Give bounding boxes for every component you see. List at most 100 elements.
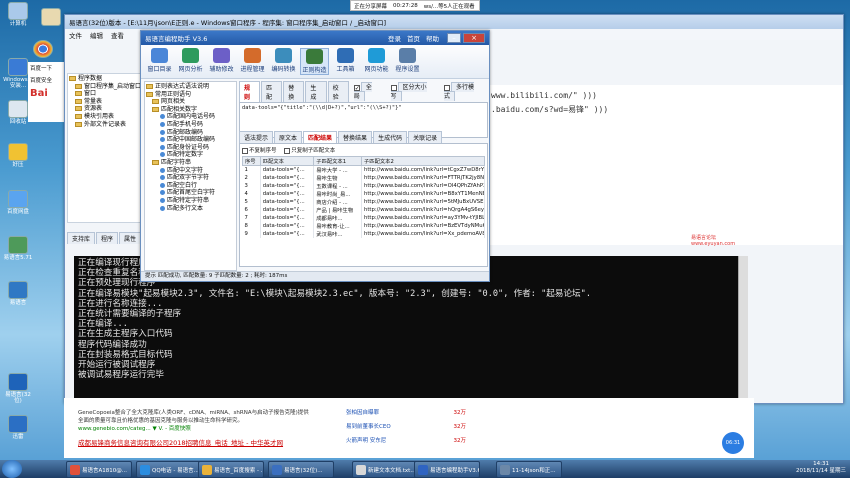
chrome-icon[interactable] (28, 40, 58, 59)
desktop-icon[interactable]: 百度网盘 (3, 190, 33, 215)
col-index[interactable]: 序号 (242, 156, 261, 166)
regex-tree-item[interactable]: 匹配中文字符 (146, 167, 235, 175)
web-analyze-button[interactable]: 网页分析 (176, 48, 205, 75)
result-options: 不复制序号 只复制子匹配文本 (242, 146, 485, 154)
table-row[interactable]: 9 data-tools="{... 武汉易咔... http://www.baidu… (242, 230, 486, 238)
toolbox-button[interactable]: 工具箱 (331, 48, 360, 75)
col-submatch-1[interactable]: 子匹配文本1 (313, 156, 362, 166)
help-link[interactable]: 帮助 (426, 33, 439, 43)
desktop-icon[interactable]: 迅雷 (3, 415, 33, 440)
tree-item[interactable]: 窗口程序集_启动窗口 (69, 83, 141, 91)
tab-rule[interactable]: 规则 (239, 81, 261, 102)
tab-gen-code[interactable]: 生成代码 (373, 131, 408, 143)
hot-item[interactable]: 易到前董事长CEO 32万 (346, 420, 466, 434)
table-cell: 3 (242, 182, 261, 190)
regex-tree-item[interactable]: 匹配特定数字 (146, 151, 235, 159)
assist-modify-button[interactable]: 辅助修改 (207, 48, 236, 75)
tab-generate[interactable]: 生成 (305, 81, 327, 102)
tab-syntax-tip[interactable]: 语法提示 (239, 131, 274, 143)
menu-file[interactable]: 文件 (69, 30, 82, 40)
window-dir-button[interactable]: 窗口目录 (145, 48, 174, 75)
desktop-icon[interactable]: 易语言5.71 (3, 236, 33, 261)
opt-submatch-only[interactable]: 只复制子匹配文本 (284, 147, 335, 154)
taskbar-item[interactable]: QQ电话 - 易语言... (136, 461, 202, 478)
table-row[interactable]: 4 data-tools="{... 易咔时尚_易... http://www.bai… (242, 190, 486, 198)
console-scrollbar[interactable] (738, 256, 748, 398)
tray-clock[interactable]: 14:31 2018/11/14 星期三 (796, 461, 846, 475)
start-button[interactable] (2, 460, 22, 478)
close-button[interactable]: × (463, 33, 485, 43)
tab-property[interactable]: 属性 (119, 232, 142, 244)
taskbar-item[interactable]: 易语言(32位)... (268, 461, 334, 478)
tab-source-text[interactable]: 原文本 (274, 131, 303, 143)
regex-tree-item[interactable]: 匹配字符串 (146, 159, 235, 167)
login-link[interactable]: 登录 (388, 33, 401, 43)
opt-multiline[interactable]: 多行模式 (440, 81, 487, 102)
process-manager-button[interactable]: 进程管理 (238, 48, 267, 75)
opt-global[interactable]: 全局 (350, 81, 386, 102)
table-row[interactable]: 2 data-tools="{... 易咔生物 http://www.baidu.co… (242, 174, 486, 182)
settings-button[interactable]: 程序设置 (393, 48, 422, 75)
taskbar-item[interactable]: 新建文本文档.txt... (352, 461, 418, 478)
col-match-text[interactable]: 匹配文本 (259, 156, 315, 166)
table-row[interactable]: 7 data-tools="{... 成都易咔... http://www.baidu… (242, 214, 486, 222)
tree-item[interactable]: 资源表 (69, 105, 139, 113)
tab-match-result[interactable]: 匹配结果 (303, 131, 338, 143)
regex-tree-item[interactable]: 网页相关 (146, 98, 235, 106)
col-submatch-2[interactable]: 子匹配文本2 (360, 156, 486, 166)
tab-match[interactable]: 匹配 (261, 81, 283, 102)
tree-root[interactable]: 程序数据 (69, 75, 139, 83)
taskbar-item[interactable]: 11-14json和正... (496, 461, 562, 478)
tab-replace-result[interactable]: 替换结果 (338, 131, 373, 143)
clock-badge[interactable]: 06:31 (722, 432, 744, 454)
table-cell: 易咔大学 - ... (313, 165, 362, 174)
opt-no-index[interactable]: 不复制序号 (242, 147, 277, 154)
hot-item[interactable]: 张柏因自曝罪 32万 (346, 406, 466, 420)
desktop-icon[interactable]: 易语言(32位) (3, 373, 33, 404)
hot-item[interactable]: 火箭声明 安东尼 32万 (346, 434, 466, 448)
menu-edit[interactable]: 编辑 (90, 30, 103, 40)
tree-item[interactable]: 外部文件记录表 (69, 121, 139, 129)
window-icon (151, 48, 168, 63)
table-row[interactable]: 6 data-tools="{... 产品 | 易咔生物 http://www.bai… (242, 206, 486, 214)
home-link[interactable]: 首页 (407, 33, 420, 43)
regex-tree-item[interactable]: 正则表达式语法说明 (146, 83, 235, 91)
regex-build-button[interactable]: 正则构造 (300, 48, 329, 75)
regex-tree-item[interactable]: 匹配国内电话号码 (146, 113, 235, 121)
regex-tree-item[interactable]: 匹配特定字符串 (146, 197, 235, 205)
regex-tree-item[interactable]: 匹配首尾空白字符 (146, 189, 235, 197)
table-row[interactable]: 1 data-tools="{... 易咔大学 - ... http://www.ba… (242, 165, 486, 174)
table-row[interactable]: 5 data-tools="{... 商店介绍 - ... http://www.ba… (242, 198, 486, 206)
regex-tree-item[interactable]: 匹配中国邮政编码 (146, 136, 235, 144)
tab-program[interactable]: 程序 (96, 232, 119, 244)
regex-tree-item[interactable]: 匹配手机号码 (146, 121, 235, 129)
desktop-icon[interactable]: 易语言 (3, 281, 33, 306)
taskbar-item[interactable]: 易语言A1810@... (66, 461, 132, 478)
tree-item[interactable]: 窗口 (69, 90, 139, 98)
desktop-icon[interactable]: 好压 (3, 143, 33, 168)
table-row[interactable]: 3 data-tools="{... 五数课程 - ... http://www.ba… (242, 182, 486, 190)
tree-item[interactable]: 常量表 (69, 98, 139, 106)
minimize-button[interactable]: – (447, 33, 461, 43)
menu-view[interactable]: 查看 (111, 30, 124, 40)
tree-item[interactable]: 模块引用表 (69, 113, 139, 121)
tab-verify[interactable]: 校验 (327, 81, 349, 102)
encode-convert-button[interactable]: 编码转换 (269, 48, 298, 75)
desktop-icon[interactable]: 计算机 (3, 2, 33, 27)
regex-tree-item[interactable]: 匹配多行文本 (146, 205, 235, 213)
baidu-link[interactable]: 百度一下 (28, 62, 68, 74)
ide-title: 易语言(32位)版本 - [E:\11月\json\E正则.e - Window… (69, 19, 387, 27)
baidu-safe-link[interactable]: 百度安全 (28, 74, 68, 86)
web-function-button[interactable]: 网页功能 (362, 48, 391, 75)
regex-tree-item[interactable]: 匹配双字节字符 (146, 174, 235, 182)
tab-support-lib[interactable]: 支持库 (67, 232, 96, 244)
tab-replace[interactable]: 替换 (283, 81, 305, 102)
tab-related[interactable]: 关联记录 (408, 131, 443, 143)
regex-tree-item[interactable]: 常用正则语句 (146, 91, 235, 99)
table-row[interactable]: 8 data-tools="{... 易咔教育-让... http://www.bai… (242, 222, 486, 230)
opt-case[interactable]: 区分大小写 (387, 81, 440, 102)
taskbar-item[interactable]: 易语言_百度搜索 - ... (198, 461, 264, 478)
ide-titlebar: 易语言(32位)版本 - [E:\11月\json\E正则.e - Window… (65, 15, 843, 29)
taskbar-item[interactable]: 易语言编程助手V3.6 (414, 461, 480, 478)
desktop-icon[interactable] (36, 8, 66, 27)
